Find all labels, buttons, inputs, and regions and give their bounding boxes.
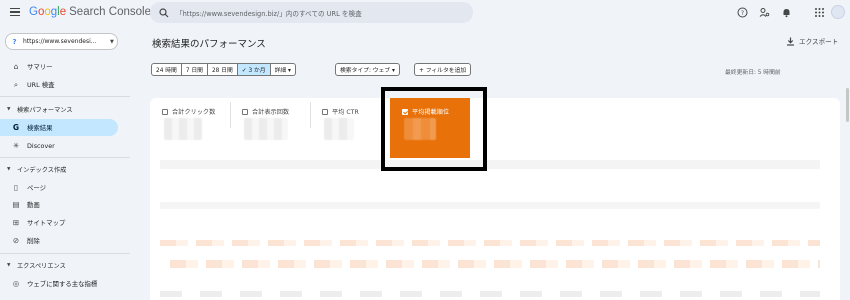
download-icon (787, 37, 794, 46)
search-icon: ⌕ (13, 79, 19, 89)
sidebar-item-label: ウェブに関する主な指標 (27, 280, 98, 288)
chip-28-days[interactable]: 28 日間 (208, 64, 238, 75)
page-title: 検索結果のパフォーマンス (152, 39, 266, 50)
collapse-triangle-icon: ▼ (7, 262, 11, 268)
chip-3-months[interactable]: ✓ 3 か月 (237, 64, 271, 75)
sidebar-item-url-inspection[interactable]: ⌕ URL 検査 (0, 76, 118, 93)
metric-label: 平均 CTR (332, 109, 359, 116)
sidebar-item-core-web-vitals[interactable]: ◎ ウェブに関する主な指標 (0, 275, 118, 292)
last-updated-text: 最終更新日: 5 時間前 (725, 70, 781, 76)
sidebar-item-label: Discover (27, 141, 55, 150)
sidebar-item-label: URL 検査 (27, 81, 55, 89)
sidebar-item-summary[interactable]: ⌂ サマリー (0, 58, 118, 75)
collapse-triangle-icon: ▼ (7, 106, 11, 112)
metric-checkbox[interactable] (162, 108, 168, 115)
search-placeholder: 「https://www.sevendesign.biz/」内のすべての URL… (176, 9, 362, 18)
sitemap-icon: ⊞ (12, 218, 20, 227)
sidebar-item-videos[interactable]: ▤ 動画 (0, 196, 118, 213)
export-label: エクスポート (799, 38, 839, 46)
svg-text:?: ? (741, 10, 744, 17)
sidebar-item-discover[interactable]: ✳ Discover (0, 137, 118, 154)
date-range-chips: 24 時間 7 日間 28 日間 ✓ 3 か月 詳細 ▾ (151, 63, 296, 76)
gauge-icon: ◎ (12, 279, 20, 288)
collapse-triangle-icon: ▼ (7, 166, 11, 172)
metric-label: 合計クリック数 (172, 109, 216, 116)
discover-icon: ✳ (12, 141, 20, 150)
chip-more-details[interactable]: 詳細 ▾ (271, 64, 295, 75)
search-icon (159, 7, 169, 17)
add-filter-chip[interactable]: + フィルタを追加 (414, 63, 472, 76)
metric-checkbox[interactable] (322, 108, 328, 115)
blurred-axis-labels (160, 291, 820, 297)
search-type-chip[interactable]: 検索タイプ: ウェブ ▾ (335, 63, 400, 76)
url-inspection-search[interactable]: 「https://www.sevendesign.biz/」内のすべての URL… (150, 2, 473, 23)
sidebar-item-label: ページ (27, 184, 47, 192)
highlight-annotation-box (381, 87, 487, 171)
sidebar-divider (0, 96, 130, 97)
sidebar-item-pages[interactable]: ▯ ページ (0, 179, 118, 196)
metric-label: 合計表示回数 (252, 109, 290, 116)
metric-checkbox[interactable] (242, 108, 248, 115)
metric-total-impressions[interactable]: 合計表示回数 (230, 98, 308, 158)
manage-accounts-icon[interactable] (759, 7, 770, 18)
blurred-metric-value (324, 118, 354, 140)
sidebar-item-label: 削除 (27, 237, 40, 245)
page-icon: ▯ (13, 183, 19, 192)
property-icon: ? (12, 37, 17, 46)
apps-grid-icon[interactable] (814, 7, 825, 18)
sidebar-item-search-results[interactable]: G 検索結果 (0, 119, 118, 136)
sidebar-section-experience[interactable]: ▼ エクスペリエンス (0, 258, 118, 272)
top-app-bar: Google Search Console 「https://www.sevend… (0, 0, 850, 27)
sidebar-item-label: 動画 (27, 201, 40, 209)
avatar[interactable] (831, 5, 845, 19)
sidebar-item-label: サマリー (27, 63, 53, 71)
chip-24-hours[interactable]: 24 時間 (152, 64, 182, 75)
menu-icon[interactable] (10, 8, 20, 16)
blurred-chart-line (160, 240, 820, 246)
blurred-chart-line (170, 260, 820, 268)
property-selector[interactable]: ? https://www.sevendesi... ▼ (5, 33, 118, 50)
blurred-metric-value (164, 118, 202, 140)
removal-icon: ⊘ (12, 236, 20, 245)
sidebar-section-performance[interactable]: ▼ 検索パフォーマンス (0, 102, 118, 116)
sidebar-section-index[interactable]: ▼ インデックス作成 (0, 162, 118, 176)
video-icon: ▤ (12, 200, 20, 209)
performance-card: 合計クリック数 合計表示回数 平均 CTR 平均掲載順位 (150, 98, 840, 300)
sidebar-divider (0, 253, 130, 254)
export-button[interactable]: エクスポート (786, 36, 838, 46)
google-g-icon: G (12, 123, 20, 132)
chevron-down-icon: ▼ (110, 38, 114, 45)
page-scrollbar[interactable] (846, 88, 849, 122)
help-icon[interactable]: ? (737, 7, 748, 18)
sidebar-item-removals[interactable]: ⊘ 削除 (0, 232, 118, 249)
blurred-chart-row (160, 202, 820, 209)
sidebar-item-label: 検索結果 (27, 124, 53, 132)
chip-7-days[interactable]: 7 日間 (182, 64, 208, 75)
sidebar-item-sitemaps[interactable]: ⊞ サイトマップ (0, 214, 118, 231)
metric-total-clicks[interactable]: 合計クリック数 (150, 98, 228, 158)
blurred-metric-value (244, 118, 288, 140)
bell-icon[interactable] (781, 7, 792, 18)
property-url: https://www.sevendesi... (23, 38, 97, 45)
metric-average-ctr[interactable]: 平均 CTR (310, 98, 388, 158)
blurred-chart-row (160, 160, 820, 169)
home-icon: ⌂ (13, 62, 19, 71)
sidebar-item-label: サイトマップ (27, 219, 66, 227)
product-logo[interactable]: Google Search Console (29, 6, 151, 18)
sidebar-divider (0, 157, 130, 158)
